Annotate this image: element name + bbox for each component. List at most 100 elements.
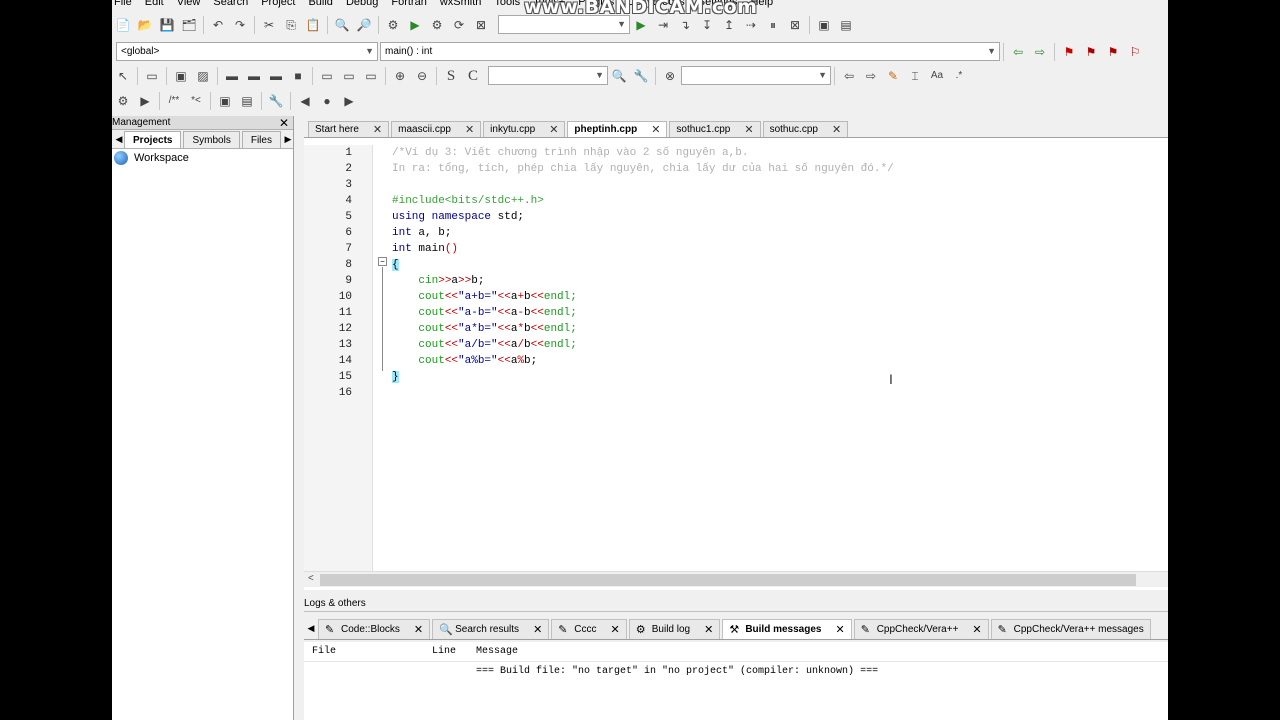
menu-file[interactable]: File	[114, 0, 132, 8]
rebuild-icon[interactable]: ⟳	[451, 17, 467, 33]
editor-tab[interactable]: inkytu.cpp ✕	[483, 121, 566, 137]
menu-wxsmith[interactable]: wxSmith	[440, 0, 482, 8]
scope-combo[interactable]: <global> ▼	[116, 42, 378, 61]
editor-tab[interactable]: sothuc1.cpp ✕	[669, 121, 761, 137]
close-tab-icon[interactable]: ✕	[549, 123, 558, 136]
close-icon[interactable]: ✕	[279, 116, 289, 130]
next-line-icon[interactable]: ↴	[677, 17, 693, 33]
widget-g-icon[interactable]: ▭	[363, 68, 379, 84]
find-icon[interactable]: 🔍	[334, 17, 350, 33]
c-icon[interactable]: C	[465, 68, 481, 84]
tab-files[interactable]: Files	[241, 131, 281, 148]
editor-tab[interactable]: maascii.cpp ✕	[391, 121, 482, 137]
close-tab-icon[interactable]: ✕	[704, 623, 713, 636]
info-icon[interactable]: ▤	[838, 17, 854, 33]
step-out-icon[interactable]: ↥	[721, 17, 737, 33]
debug-run-icon[interactable]: ▶	[633, 17, 649, 33]
redo-icon[interactable]: ↷	[232, 17, 248, 33]
undo-icon[interactable]: ↶	[210, 17, 226, 33]
paste-icon[interactable]: 📋	[305, 17, 321, 33]
logs-tab[interactable]: ✎ CppCheck/Vera++ ✕	[853, 618, 989, 639]
clear-bookmarks-icon[interactable]: ⚐	[1127, 44, 1143, 60]
widget-b-icon[interactable]: ▬	[246, 68, 262, 84]
build-message-row[interactable]: === Build file: "no target" in "no proje…	[304, 662, 1168, 677]
stop-debug-icon[interactable]: ⊠	[787, 17, 803, 33]
column-file[interactable]: File	[304, 646, 424, 657]
logs-tab[interactable]: ✎ Code::Blocks ✕	[318, 618, 431, 639]
build-icon[interactable]: ⚙	[385, 17, 401, 33]
copy-icon[interactable]: ⎘	[283, 17, 299, 33]
doxywizard-icon[interactable]: ⚙	[115, 93, 131, 109]
close-tab-icon[interactable]: ✕	[832, 123, 841, 136]
text-image-icon[interactable]: ▨	[195, 68, 211, 84]
settings-icon[interactable]: 🔧	[633, 68, 649, 84]
tab-projects[interactable]: Projects	[124, 131, 182, 148]
logs-tab[interactable]: 🔍 Search results ✕	[432, 618, 550, 639]
cut-icon[interactable]: ✂	[261, 17, 277, 33]
zoom-out-icon[interactable]: ⊖	[414, 68, 430, 84]
next-instruction-icon[interactable]: ⇢	[743, 17, 759, 33]
preferences-icon[interactable]: 🔧	[268, 93, 284, 109]
widget-e-icon[interactable]: ▭	[319, 68, 335, 84]
save-icon[interactable]: 💾	[159, 17, 175, 33]
run-to-cursor-icon[interactable]: ⇥	[655, 17, 671, 33]
column-message[interactable]: Message	[468, 646, 1068, 657]
line-comment-icon[interactable]: *<	[188, 93, 204, 109]
debug-windows-icon[interactable]: ▣	[816, 17, 832, 33]
highlight-icon[interactable]: ✎	[885, 68, 901, 84]
tab-scroll-left-icon[interactable]: ◀	[114, 134, 124, 145]
menu-edit[interactable]: Edit	[145, 0, 164, 8]
widget-d-icon[interactable]: ■	[290, 68, 306, 84]
menu-debug[interactable]: Debug	[346, 0, 378, 8]
extract-icon[interactable]: ▶	[137, 93, 153, 109]
nav-dot-icon[interactable]: ●	[319, 93, 335, 109]
abort-icon[interactable]: ⊠	[473, 17, 489, 33]
build-run-icon[interactable]: ⚙	[429, 17, 445, 33]
open-file-icon[interactable]: 📂	[137, 17, 153, 33]
search-combo[interactable]: ▼	[488, 66, 608, 85]
run-icon[interactable]: ▶	[407, 17, 423, 33]
widget-f-icon[interactable]: ▭	[341, 68, 357, 84]
pointer-icon[interactable]: ↖	[115, 68, 131, 84]
menu-fortran[interactable]: Fortran	[391, 0, 426, 8]
close-tab-icon[interactable]: ✕	[835, 623, 844, 636]
new-file-icon[interactable]: 📄	[115, 17, 131, 33]
toggle-bookmark-icon[interactable]: ⚑	[1061, 44, 1077, 60]
replace-icon[interactable]: 🔎	[356, 17, 372, 33]
menu-search[interactable]: Search	[213, 0, 248, 8]
image-icon[interactable]: ▣	[173, 68, 189, 84]
prev-bookmark-icon[interactable]: ⚑	[1083, 44, 1099, 60]
widget-c-icon[interactable]: ▬	[268, 68, 284, 84]
scroll-left-icon[interactable]: <	[308, 573, 314, 584]
nav-forward-icon[interactable]: ▶	[341, 93, 357, 109]
nav-back-icon[interactable]: ◀	[297, 93, 313, 109]
prev-match-icon[interactable]: ⇦	[841, 68, 857, 84]
close-tab-icon[interactable]: ✕	[611, 623, 620, 636]
save-all-icon[interactable]: 🗂	[181, 17, 197, 33]
incremental-search-combo[interactable]: ▼	[681, 66, 831, 85]
close-tab-icon[interactable]: ✕	[744, 123, 753, 136]
close-tab-icon[interactable]: ✕	[414, 623, 423, 636]
jump-back-icon[interactable]: ⇦	[1010, 44, 1026, 60]
logs-tab-scroll-left-icon[interactable]: ◀	[304, 623, 318, 634]
menu-project[interactable]: Project	[261, 0, 295, 8]
scrollbar-thumb[interactable]	[320, 574, 1136, 586]
clear-icon[interactable]: ⊗	[662, 68, 678, 84]
menu-tools[interactable]: Tools	[494, 0, 520, 8]
logs-tab[interactable]: ⚙ Build log ✕	[628, 618, 721, 639]
close-tab-icon[interactable]: ✕	[533, 623, 542, 636]
horizontal-scrollbar[interactable]: <	[304, 571, 1168, 587]
pause-icon[interactable]: ⏸	[765, 17, 781, 33]
step-into-icon[interactable]: ↧	[699, 17, 715, 33]
html-icon[interactable]: ▣	[217, 93, 233, 109]
chm-icon[interactable]: ▤	[239, 93, 255, 109]
s-icon[interactable]: S	[443, 68, 459, 84]
code-area[interactable]: − 1 /*Ví dụ 3: Viết chương trình nhập vào…	[304, 145, 1168, 572]
frame-icon[interactable]: ▭	[144, 68, 160, 84]
match-case-icon[interactable]: Aa	[929, 68, 945, 84]
tree-item-workspace[interactable]: Workspace	[112, 149, 293, 167]
menu-build[interactable]: Build	[308, 0, 332, 8]
fold-toggle-icon[interactable]: −	[378, 257, 387, 266]
close-tab-icon[interactable]: ✕	[373, 123, 382, 136]
logs-tab[interactable]: ✎ Cccc ✕	[551, 618, 627, 639]
